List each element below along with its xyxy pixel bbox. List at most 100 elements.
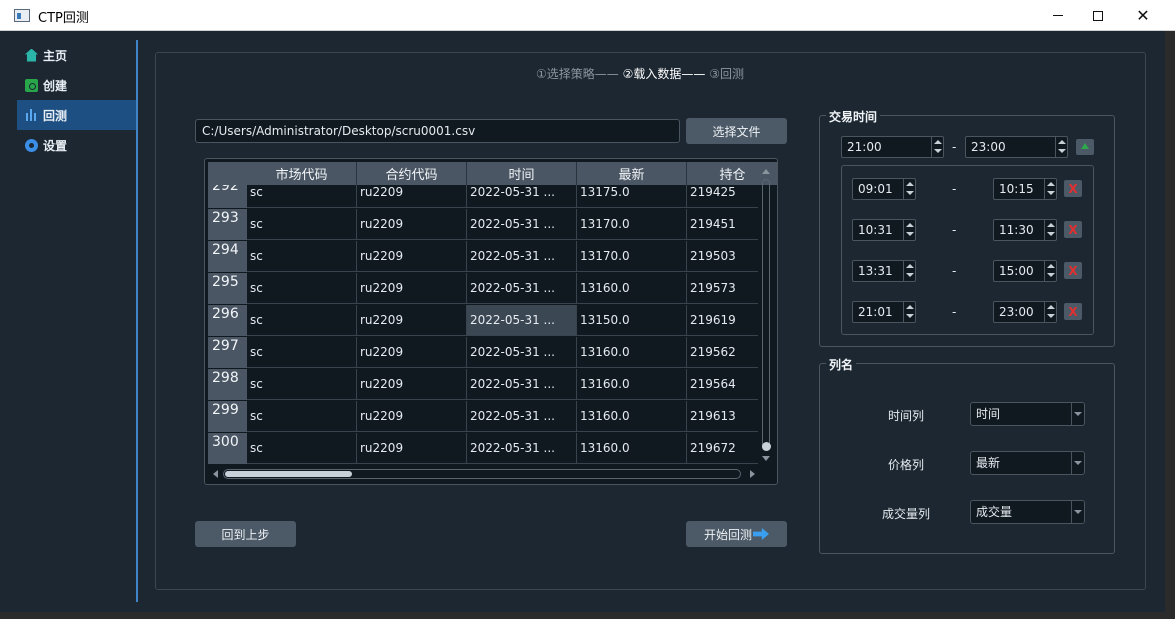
start-backtest-button[interactable]: 开始回测	[686, 521, 787, 547]
table-cell[interactable]: 219564	[687, 369, 758, 400]
scrollbar-thumb[interactable]	[225, 471, 352, 477]
column-header[interactable]: 市场代码	[247, 162, 357, 185]
add-session-button[interactable]	[1076, 139, 1094, 155]
table-cell[interactable]: 219672	[687, 433, 758, 464]
table-row[interactable]: 300 sc ru2209 2022-05-31 ... 13160.0 219…	[208, 433, 758, 465]
spin-arrows-icon[interactable]	[931, 137, 943, 157]
table-cell[interactable]: 219613	[687, 401, 758, 432]
close-button[interactable]: ✕	[1120, 0, 1166, 31]
column-header[interactable]: 合约代码	[357, 162, 467, 185]
table-cell[interactable]: 13160.0	[577, 273, 687, 304]
table-cell[interactable]: sc	[247, 337, 357, 368]
session-end-spinbox[interactable]: 23:00	[993, 301, 1057, 323]
table-cell[interactable]: 2022-05-31 ...	[467, 241, 577, 272]
table-cell[interactable]: sc	[247, 401, 357, 432]
table-cell[interactable]: sc	[247, 209, 357, 240]
sidebar-item-settings[interactable]: 设置	[17, 130, 137, 160]
table-cell[interactable]: 13150.0	[577, 305, 687, 336]
table-cell[interactable]: 13175.0	[577, 185, 687, 208]
table-cell[interactable]: sc	[247, 241, 357, 272]
table-row[interactable]: 298 sc ru2209 2022-05-31 ... 13160.0 219…	[208, 369, 758, 401]
table-cell[interactable]: 2022-05-31 ...	[467, 273, 577, 304]
row-number[interactable]: 299	[208, 401, 247, 432]
table-row[interactable]: 297 sc ru2209 2022-05-31 ... 13160.0 219…	[208, 337, 758, 369]
table-row[interactable]: 294 sc ru2209 2022-05-31 ... 13170.0 219…	[208, 241, 758, 273]
session-end-spinbox[interactable]: 11:30	[993, 219, 1057, 241]
row-number[interactable]: 295	[208, 273, 247, 304]
table-cell[interactable]: 2022-05-31 ...	[467, 337, 577, 368]
table-cell[interactable]: 219451	[687, 209, 758, 240]
table-cell[interactable]: ru2209	[357, 185, 467, 208]
spin-arrows-icon[interactable]	[903, 302, 915, 322]
table-row[interactable]: 296 sc ru2209 2022-05-31 ... 13150.0 219…	[208, 305, 758, 337]
spin-arrows-icon[interactable]	[1044, 302, 1056, 322]
table-cell[interactable]: sc	[247, 369, 357, 400]
spin-arrows-icon[interactable]	[1044, 261, 1056, 281]
table-cell[interactable]: 13170.0	[577, 241, 687, 272]
session-start-spinbox[interactable]: 21:01	[852, 301, 916, 323]
spin-arrows-icon[interactable]	[1055, 137, 1067, 157]
scroll-right-icon[interactable]	[750, 470, 755, 478]
table-cell[interactable]: ru2209	[357, 401, 467, 432]
table-cell[interactable]: ru2209	[357, 241, 467, 272]
table-cell[interactable]: sc	[247, 273, 357, 304]
table-row[interactable]: 295 sc ru2209 2022-05-31 ... 13160.0 219…	[208, 273, 758, 305]
session-end-spinbox[interactable]: 10:15	[993, 178, 1057, 200]
row-number[interactable]: 292	[208, 185, 247, 208]
table-cell[interactable]: 2022-05-31 ...	[467, 209, 577, 240]
table-corner[interactable]	[208, 162, 247, 185]
row-number[interactable]: 298	[208, 369, 247, 400]
table-cell[interactable]: sc	[247, 305, 357, 336]
table-cell[interactable]: sc	[247, 185, 357, 208]
new-start-time-spinbox[interactable]: 21:00	[841, 136, 944, 158]
choose-file-button[interactable]: 选择文件	[686, 118, 787, 144]
sidebar-item-home[interactable]: 主页	[17, 40, 137, 70]
sidebar-item-backtest[interactable]: 回测	[17, 100, 137, 130]
maximize-button[interactable]	[1075, 0, 1121, 31]
table-row[interactable]: 292 sc ru2209 2022-05-31 ... 13175.0 219…	[208, 185, 758, 209]
table-cell[interactable]: ru2209	[357, 273, 467, 304]
spin-arrows-icon[interactable]	[1044, 179, 1056, 199]
row-number[interactable]: 294	[208, 241, 247, 272]
spin-arrows-icon[interactable]	[1044, 220, 1056, 240]
scrollbar-track[interactable]	[762, 179, 770, 451]
table-cell[interactable]: 219425	[687, 185, 758, 208]
scroll-left-icon[interactable]	[213, 470, 218, 478]
delete-session-button[interactable]: X	[1064, 303, 1082, 320]
row-number[interactable]: 300	[208, 433, 247, 464]
scrollbar-thumb[interactable]	[762, 442, 771, 451]
session-start-spinbox[interactable]: 09:01	[852, 178, 916, 200]
session-start-spinbox[interactable]: 10:31	[852, 219, 916, 241]
table-cell[interactable]: 2022-05-31 ...	[467, 369, 577, 400]
spin-arrows-icon[interactable]	[903, 261, 915, 281]
delete-session-button[interactable]: X	[1064, 262, 1082, 279]
chevron-down-icon[interactable]	[1071, 452, 1084, 474]
table-cell[interactable]: 13160.0	[577, 401, 687, 432]
table-cell[interactable]: 13170.0	[577, 209, 687, 240]
table-cell[interactable]: ru2209	[357, 305, 467, 336]
table-cell[interactable]: sc	[247, 433, 357, 464]
session-start-spinbox[interactable]: 13:31	[852, 260, 916, 282]
row-number[interactable]: 297	[208, 337, 247, 368]
new-end-time-spinbox[interactable]: 23:00	[965, 136, 1068, 158]
delete-session-button[interactable]: X	[1064, 221, 1082, 238]
table-row[interactable]: 293 sc ru2209 2022-05-31 ... 13170.0 219…	[208, 209, 758, 241]
row-number[interactable]: 296	[208, 305, 247, 336]
horizontal-scrollbar[interactable]	[213, 468, 758, 480]
vertical-scrollbar[interactable]	[760, 169, 772, 469]
table-cell[interactable]: 219562	[687, 337, 758, 368]
delete-session-button[interactable]: X	[1064, 180, 1082, 197]
volume-column-select[interactable]: 成交量	[970, 500, 1085, 524]
table-cell[interactable]: 2022-05-31 ...	[467, 185, 577, 208]
scroll-up-icon[interactable]	[762, 169, 770, 174]
table-cell[interactable]: 219619	[687, 305, 758, 336]
table-cell[interactable]: 13160.0	[577, 337, 687, 368]
chevron-down-icon[interactable]	[1071, 403, 1084, 425]
chevron-down-icon[interactable]	[1071, 501, 1084, 523]
back-button[interactable]: 回到上步	[195, 521, 296, 547]
column-header[interactable]: 最新	[577, 162, 687, 185]
table-cell[interactable]: 219573	[687, 273, 758, 304]
time-column-select[interactable]: 时间	[970, 402, 1085, 426]
table-cell[interactable]: ru2209	[357, 433, 467, 464]
table-cell[interactable]: ru2209	[357, 369, 467, 400]
